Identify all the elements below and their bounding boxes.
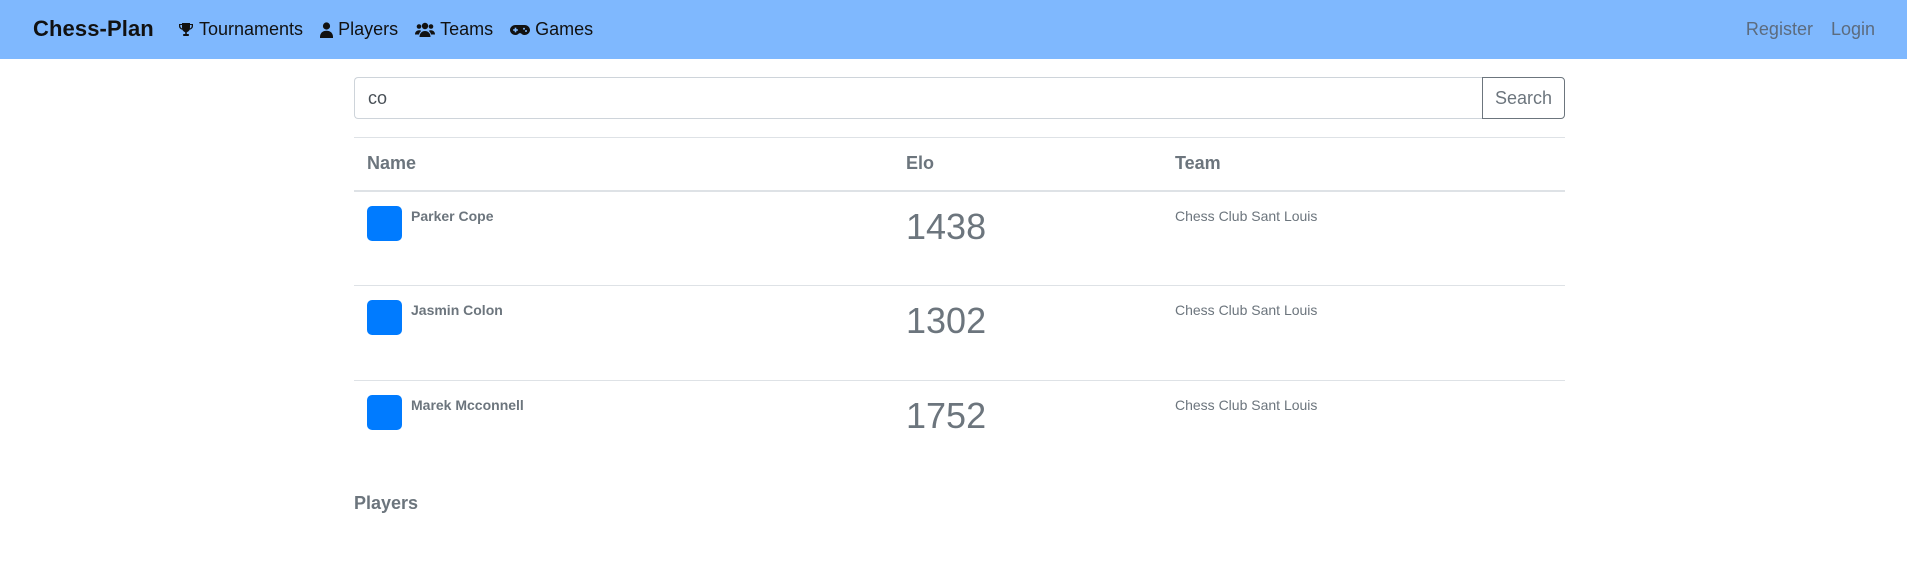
trophy-icon (178, 22, 194, 38)
column-header-team: Team (1162, 137, 1565, 192)
nav-players[interactable]: Players (320, 19, 398, 40)
table-row: Marek Mcconnell 1752 Chess Club Sant Lou… (354, 381, 1565, 476)
players-table: Name Elo Team Parker Cope 1438 Chess Clu… (354, 137, 1565, 476)
team-cell: Chess Club Sant Louis (1162, 381, 1565, 476)
nav-players-label: Players (338, 19, 399, 39)
avatar (367, 205, 402, 241)
elo-value: 1752 (906, 395, 987, 436)
main-content: Search Name Elo Team Parker Cope 1438 (354, 77, 1565, 476)
nav-tournaments-label: Tournaments (199, 19, 304, 39)
avatar (367, 300, 402, 335)
section-title-players: Players (354, 493, 419, 513)
nav-auth: Register Login (1746, 19, 1875, 40)
elo-cell: 1752 (893, 381, 1162, 476)
avatar (367, 395, 402, 430)
elo-cell: 1438 (893, 190, 1162, 286)
brand-logo[interactable]: Chess-Plan (33, 16, 154, 42)
name-cell: Parker Cope (354, 190, 893, 286)
search-form: Search (354, 77, 1565, 119)
table-header-row: Name Elo Team (354, 137, 1565, 192)
elo-cell: 1302 (893, 285, 1162, 381)
name-cell: Jasmin Colon (354, 285, 893, 381)
player-name-link[interactable]: Marek Mcconnell (411, 397, 524, 413)
player-name-link[interactable]: Parker Cope (411, 208, 493, 224)
nav-links: Tournaments Players Teams Games (178, 19, 593, 40)
nav-games-label: Games (535, 19, 594, 39)
elo-value: 1302 (906, 300, 987, 341)
table-row: Parker Cope 1438 Chess Club Sant Louis (354, 190, 1565, 286)
users-icon (415, 22, 436, 38)
player-name-link[interactable]: Jasmin Colon (411, 302, 503, 318)
team-link[interactable]: Chess Club Sant Louis (1175, 302, 1552, 318)
user-icon (320, 21, 334, 38)
team-link[interactable]: Chess Club Sant Louis (1175, 208, 1552, 224)
team-cell: Chess Club Sant Louis (1162, 190, 1565, 286)
table-row: Jasmin Colon 1302 Chess Club Sant Louis (354, 285, 1565, 381)
nav-tournaments[interactable]: Tournaments (178, 19, 303, 40)
column-header-name: Name (354, 137, 893, 192)
search-button[interactable]: Search (1482, 77, 1565, 119)
nav-teams[interactable]: Teams (415, 19, 493, 40)
name-cell: Marek Mcconnell (354, 381, 893, 476)
team-link[interactable]: Chess Club Sant Louis (1175, 397, 1552, 413)
column-header-elo: Elo (893, 137, 1162, 192)
gamepad-icon (510, 23, 531, 37)
nav-games[interactable]: Games (510, 19, 593, 40)
register-link[interactable]: Register (1746, 19, 1813, 40)
search-input[interactable] (354, 77, 1482, 119)
elo-value: 1438 (906, 205, 987, 247)
nav-teams-label: Teams (440, 19, 494, 39)
team-cell: Chess Club Sant Louis (1162, 285, 1565, 381)
navbar: Chess-Plan Tournaments Players Teams Gam… (0, 0, 1907, 59)
login-link[interactable]: Login (1831, 19, 1875, 40)
